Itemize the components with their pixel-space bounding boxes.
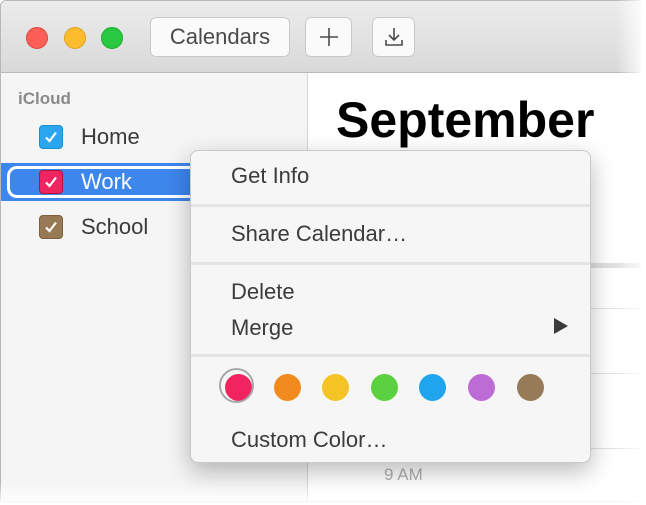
month-title: September	[336, 92, 595, 148]
download-icon	[384, 28, 403, 46]
color-swatches	[219, 368, 565, 403]
checkbox-home[interactable]	[39, 125, 63, 149]
menu-separator	[191, 262, 590, 265]
calendar-label: School	[81, 214, 149, 239]
menu-item-custom-color[interactable]: Custom Color…	[231, 427, 387, 453]
checkbox-work[interactable]	[39, 170, 63, 194]
section-header-icloud: iCloud	[18, 89, 71, 108]
minimize-button[interactable]	[64, 27, 86, 49]
hour-label: 9 AM	[384, 465, 423, 484]
calendars-label: Calendars	[169, 24, 271, 49]
menu-separator	[191, 354, 590, 357]
add-event-button[interactable]	[305, 17, 352, 57]
checkmark-icon	[45, 221, 57, 233]
toolbar: Calendars	[1, 1, 641, 73]
color-swatch-green[interactable]	[370, 374, 398, 401]
checkmark-icon	[45, 131, 57, 143]
color-swatch-orange[interactable]	[273, 374, 301, 401]
color-swatch-purple[interactable]	[467, 374, 495, 401]
zoom-button[interactable]	[101, 27, 123, 49]
color-swatch-blue[interactable]	[419, 374, 447, 401]
calendar-context-menu: Get Info Share Calendar… Delete Merge Cu…	[190, 150, 591, 463]
calendar-label: Home	[81, 124, 140, 149]
import-button[interactable]	[372, 17, 415, 57]
menu-item-share-calendar[interactable]: Share Calendar…	[231, 221, 407, 247]
close-button[interactable]	[26, 27, 48, 49]
calendars-button[interactable]: Calendars	[150, 17, 290, 57]
color-swatch-red[interactable]	[219, 368, 254, 403]
checkmark-icon	[45, 176, 57, 188]
menu-item-merge[interactable]: Merge	[231, 315, 293, 341]
color-swatch-brown[interactable]	[516, 374, 544, 401]
menu-item-get-info[interactable]: Get Info	[231, 163, 309, 189]
color-swatch-yellow[interactable]	[322, 374, 350, 401]
plus-icon	[319, 28, 338, 46]
menu-item-delete[interactable]: Delete	[231, 279, 295, 305]
checkbox-school[interactable]	[39, 215, 63, 239]
calendar-label: Work	[81, 169, 132, 194]
menu-separator	[191, 204, 590, 207]
submenu-arrow-icon	[554, 318, 568, 334]
